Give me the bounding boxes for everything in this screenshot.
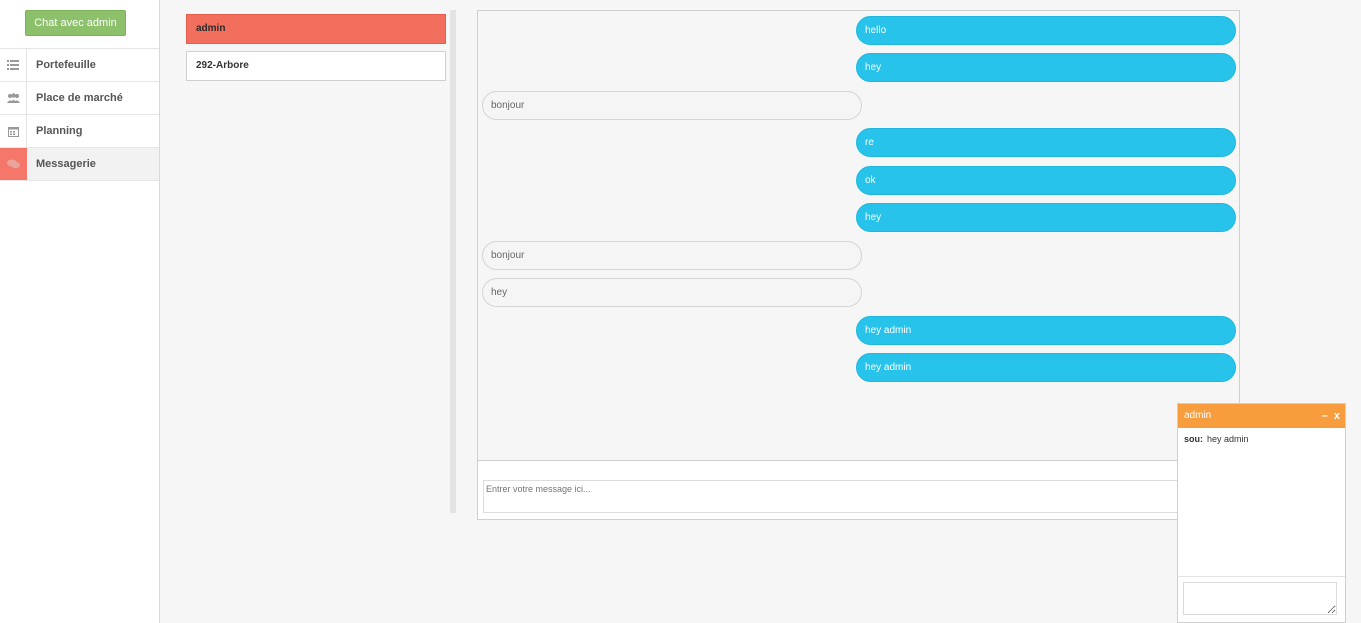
message-bubble-sent: ok xyxy=(856,166,1236,195)
chat-window-message: sou: hey admin xyxy=(1184,434,1339,444)
panel-splitter[interactable] xyxy=(450,10,456,513)
chat-window-controls: – x xyxy=(1319,404,1340,428)
chat-with-admin-button[interactable]: Chat avec admin xyxy=(25,10,126,36)
message-bubble-sent: hey admin xyxy=(856,353,1236,382)
chat-window-footer xyxy=(1178,576,1345,622)
chat-window-header[interactable]: admin – x xyxy=(1178,404,1345,428)
message-text: hey admin xyxy=(1207,434,1249,444)
message-sender: sou: xyxy=(1184,434,1203,444)
message-bubble-received: hey xyxy=(482,278,862,307)
message-bubble-sent: re xyxy=(856,128,1236,157)
list-icon xyxy=(0,49,27,81)
contact-item-292-arbore[interactable]: 292-Arbore xyxy=(186,51,446,81)
contact-item-admin[interactable]: admin xyxy=(186,14,446,44)
message-bubble-sent: hello xyxy=(856,16,1236,45)
sidebar-item-messagerie[interactable]: Messagerie xyxy=(0,148,159,181)
chat-window-messages: sou: hey admin xyxy=(1178,428,1345,576)
conversation-panel: hello hey bonjour re ok hey bonjour hey … xyxy=(477,10,1240,520)
sidebar-item-planning[interactable]: Planning xyxy=(0,115,159,148)
message-composer xyxy=(478,460,1239,519)
sidebar-nav: Portefeuille Place de marché Planning Me… xyxy=(0,48,159,181)
contact-list: admin 292-Arbore xyxy=(186,14,446,88)
sidebar: Chat avec admin Portefeuille Place de ma… xyxy=(0,0,160,623)
sidebar-item-label: Planning xyxy=(36,125,83,137)
chat-window-input[interactable] xyxy=(1183,582,1337,615)
close-button[interactable]: x xyxy=(1334,410,1340,422)
calendar-icon xyxy=(0,115,27,147)
message-bubble-received: bonjour xyxy=(482,241,862,270)
sidebar-item-label: Place de marché xyxy=(36,92,123,104)
sidebar-item-label: Messagerie xyxy=(36,158,96,170)
chat-bubbles-icon xyxy=(0,148,27,180)
message-bubble-sent: hey xyxy=(856,203,1236,232)
sidebar-item-place-de-marche[interactable]: Place de marché xyxy=(0,82,159,115)
minimize-button[interactable]: – xyxy=(1322,410,1328,422)
chat-window-title: admin xyxy=(1184,410,1212,421)
message-input[interactable] xyxy=(483,480,1235,513)
message-bubble-received: bonjour xyxy=(482,91,862,120)
floating-chat-window: admin – x sou: hey admin xyxy=(1177,403,1346,623)
users-icon xyxy=(0,82,27,114)
message-bubble-sent: hey admin xyxy=(856,316,1236,345)
sidebar-item-portefeuille[interactable]: Portefeuille xyxy=(0,49,159,82)
message-list: hello hey bonjour re ok hey bonjour hey … xyxy=(478,11,1239,460)
sidebar-item-label: Portefeuille xyxy=(36,59,96,71)
message-bubble-sent: hey xyxy=(856,53,1236,82)
